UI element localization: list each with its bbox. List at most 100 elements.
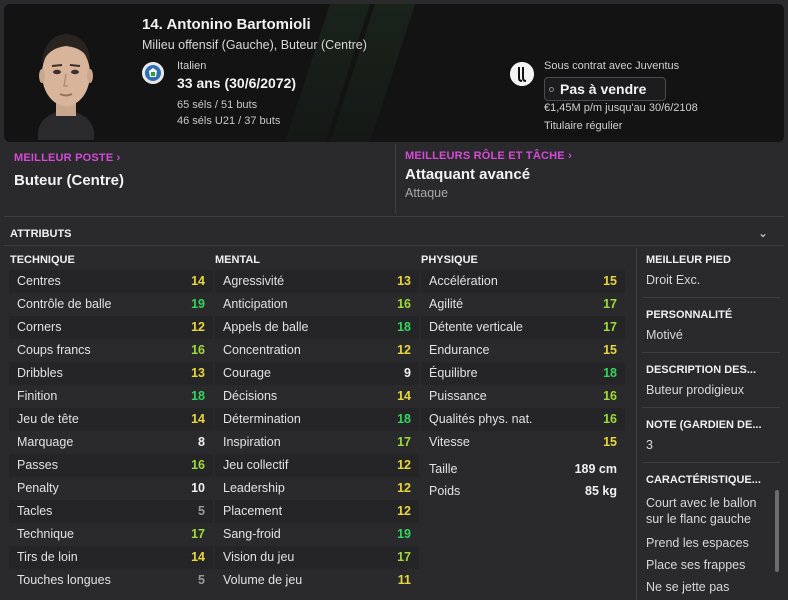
attribute-label: Corners (17, 320, 62, 334)
attribute-row[interactable]: Puissance 16 (421, 385, 625, 408)
physique-heading: PHYSIQUE (421, 254, 478, 266)
attribute-value: 12 (397, 458, 411, 472)
attribute-value: 16 (191, 343, 205, 357)
attribute-row[interactable]: Finition 18 (9, 385, 213, 408)
attribute-value: 17 (397, 550, 411, 564)
attribute-value: 18 (397, 412, 411, 426)
attribute-value: 12 (397, 481, 411, 495)
attribute-row[interactable]: Dribbles 13 (9, 362, 213, 385)
attribute-row[interactable]: Décisions 14 (215, 385, 419, 408)
attribute-value: 15 (603, 343, 617, 357)
attribute-value: 15 (603, 435, 617, 449)
height-value: 189 cm (574, 462, 617, 476)
weight-value: 85 kg (585, 484, 617, 498)
attribute-row[interactable]: Concentration 12 (215, 339, 419, 362)
personality-value: Motivé (646, 328, 683, 342)
transfer-status-button[interactable]: Pas à vendre (544, 77, 666, 101)
attribute-label: Tirs de loin (17, 550, 78, 564)
weight-row: Poids 85 kg (421, 480, 625, 502)
attribute-row[interactable]: Accélération 15 (421, 270, 625, 293)
international-caps: 65 séls / 51 buts (177, 99, 258, 111)
best-position-panel: MEILLEUR POSTE › Buteur (Centre) (4, 144, 394, 214)
trait-item: Place ses frappes (646, 558, 746, 572)
attribute-value: 14 (191, 550, 205, 564)
attribute-row[interactable]: Leadership 12 (215, 477, 419, 500)
attribute-label: Décisions (223, 389, 278, 403)
attribute-label: Puissance (429, 389, 487, 403)
attribute-label: Volume de jeu (223, 573, 303, 587)
attribute-row[interactable]: Volume de jeu 11 (215, 569, 419, 592)
transfer-status-label: Pas à vendre (560, 81, 647, 97)
attribute-row[interactable]: Inspiration 17 (215, 431, 419, 454)
attribute-row[interactable]: Agressivité 13 (215, 270, 419, 293)
attribute-row[interactable]: Marquage 8 (9, 431, 213, 454)
attribute-label: Centres (17, 274, 61, 288)
attributes-title: ATTRIBUTS (10, 228, 72, 240)
attribute-row[interactable]: Corners 12 (9, 316, 213, 339)
traits-scrollbar[interactable] (775, 490, 779, 572)
height-row: Taille 189 cm (421, 458, 625, 480)
attribute-row[interactable]: Vision du jeu 17 (215, 546, 419, 569)
best-position-label: MEILLEUR POSTE (14, 152, 114, 164)
attribute-label: Détente verticale (429, 320, 523, 334)
attribute-row[interactable]: Équilibre 18 (421, 362, 625, 385)
attribute-label: Concentration (223, 343, 301, 357)
best-role-label: MEILLEURS RÔLE ET TÂCHE (405, 150, 565, 162)
attribute-row[interactable]: Contrôle de balle 19 (9, 293, 213, 316)
attribute-row[interactable]: Endurance 15 (421, 339, 625, 362)
attribute-label: Coups francs (17, 343, 91, 357)
attribute-row[interactable]: Sang-froid 19 (215, 523, 419, 546)
attribute-row[interactable]: Coups francs 16 (9, 339, 213, 362)
best-role-link[interactable]: MEILLEURS RÔLE ET TÂCHE › (405, 150, 572, 162)
divider (636, 248, 637, 600)
attribute-row[interactable]: Centres 14 (9, 270, 213, 293)
traits-label: CARACTÉRISTIQUE... (646, 474, 761, 486)
attribute-row[interactable]: Passes 16 (9, 454, 213, 477)
attribute-value: 12 (397, 343, 411, 357)
attribute-row[interactable]: Appels de balle 18 (215, 316, 419, 339)
attribute-label: Jeu de tête (17, 412, 79, 426)
divider (642, 407, 780, 408)
attribute-row[interactable]: Jeu de tête 14 (9, 408, 213, 431)
attribute-row[interactable]: Courage 9 (215, 362, 419, 385)
attribute-row[interactable]: Tirs de loin 14 (9, 546, 213, 569)
trait-item: Prend les espaces (646, 536, 749, 550)
attribute-row[interactable]: Touches longues 5 (9, 569, 213, 592)
wage-info: €1,45M p/m jusqu'au 30/6/2108 (544, 102, 698, 114)
chevron-down-icon[interactable]: ⌄ (758, 226, 768, 240)
attribute-row[interactable]: Jeu collectif 12 (215, 454, 419, 477)
best-position-link[interactable]: MEILLEUR POSTE › (14, 152, 121, 164)
attribute-label: Sang-froid (223, 527, 281, 541)
best-role-panel: MEILLEURS RÔLE ET TÂCHE › Attaquant avan… (395, 144, 784, 214)
mental-attributes: Agressivité 13 Anticipation 16 Appels de bal… (215, 270, 419, 592)
attribute-label: Courage (223, 366, 271, 380)
attribute-row[interactable]: Vitesse 15 (421, 431, 625, 454)
attribute-row[interactable]: Technique 17 (9, 523, 213, 546)
attribute-value: 16 (397, 297, 411, 311)
attribute-label: Jeu collectif (223, 458, 289, 472)
best-position-value: Buteur (Centre) (14, 172, 125, 189)
attribute-row[interactable]: Qualités phys. nat. 16 (421, 408, 625, 431)
attribute-row[interactable]: Penalty 10 (9, 477, 213, 500)
attribute-value: 8 (198, 435, 205, 449)
attribute-label: Tacles (17, 504, 53, 518)
attribute-row[interactable]: Agilité 17 (421, 293, 625, 316)
description-label: DESCRIPTION DES... (646, 364, 757, 376)
attribute-row[interactable]: Détermination 18 (215, 408, 419, 431)
goalkeeper-rating-label: NOTE (GARDIEN DE... (646, 419, 762, 431)
attribute-value: 19 (397, 527, 411, 541)
attribute-label: Détermination (223, 412, 301, 426)
attribute-row[interactable]: Placement 12 (215, 500, 419, 523)
attribute-value: 12 (397, 504, 411, 518)
attribute-value: 17 (603, 297, 617, 311)
attribute-label: Équilibre (429, 366, 478, 380)
attribute-value: 9 (404, 366, 411, 380)
technique-heading: TECHNIQUE (10, 254, 75, 266)
attribute-value: 11 (397, 573, 411, 587)
attribute-row[interactable]: Anticipation 16 (215, 293, 419, 316)
attribute-label: Agilité (429, 297, 464, 311)
juventus-badge-icon[interactable] (510, 62, 534, 86)
attribute-row[interactable]: Tacles 5 (9, 500, 213, 523)
attribute-value: 19 (191, 297, 205, 311)
attribute-row[interactable]: Détente verticale 17 (421, 316, 625, 339)
